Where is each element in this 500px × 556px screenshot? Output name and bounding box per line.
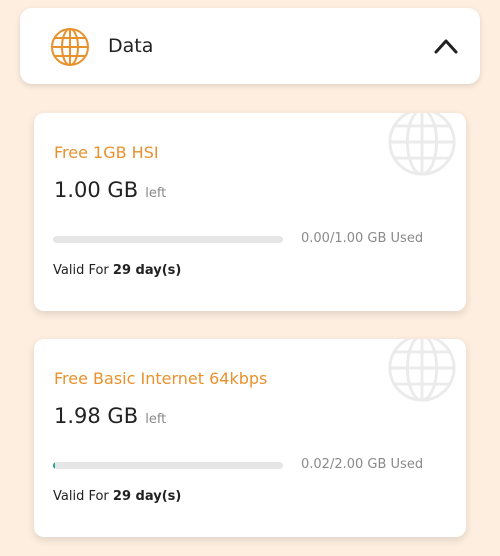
usage-text: 0.00/1.00 GB Used bbox=[301, 231, 424, 246]
validity-value: 29 day(s) bbox=[112, 489, 182, 504]
usage-text: 0.02/2.00 GB Used bbox=[301, 457, 424, 472]
usage-progress-fill bbox=[53, 462, 56, 469]
validity-label: Valid For bbox=[53, 489, 109, 504]
validity-label: Valid For bbox=[53, 263, 109, 278]
plan-card: Free Basic Internet 64kbps 1.98 GB left … bbox=[34, 339, 466, 537]
usage-progress-bar bbox=[53, 462, 283, 469]
remaining-amount: 1.00 GB left bbox=[54, 178, 166, 202]
plan-card: Free 1GB HSI 1.00 GB left 0.00/1.00 GB U… bbox=[34, 113, 466, 311]
plan-name: Free 1GB HSI bbox=[54, 143, 159, 162]
globe-watermark-icon bbox=[388, 113, 456, 176]
data-section-header[interactable]: Data bbox=[20, 8, 480, 84]
remaining-label: left bbox=[145, 186, 167, 201]
chevron-up-icon[interactable] bbox=[433, 36, 459, 56]
plan-name: Free Basic Internet 64kbps bbox=[54, 369, 268, 388]
globe-icon bbox=[51, 28, 89, 66]
remaining-value: 1.00 GB bbox=[54, 178, 139, 202]
usage-progress-bar bbox=[53, 236, 283, 243]
validity: Valid For 29 day(s) bbox=[53, 489, 181, 504]
globe-watermark-icon bbox=[388, 339, 456, 402]
remaining-label: left bbox=[145, 412, 167, 427]
section-title: Data bbox=[108, 35, 154, 57]
remaining-amount: 1.98 GB left bbox=[54, 404, 166, 428]
validity: Valid For 29 day(s) bbox=[53, 263, 181, 278]
remaining-value: 1.98 GB bbox=[54, 404, 139, 428]
validity-value: 29 day(s) bbox=[112, 263, 182, 278]
